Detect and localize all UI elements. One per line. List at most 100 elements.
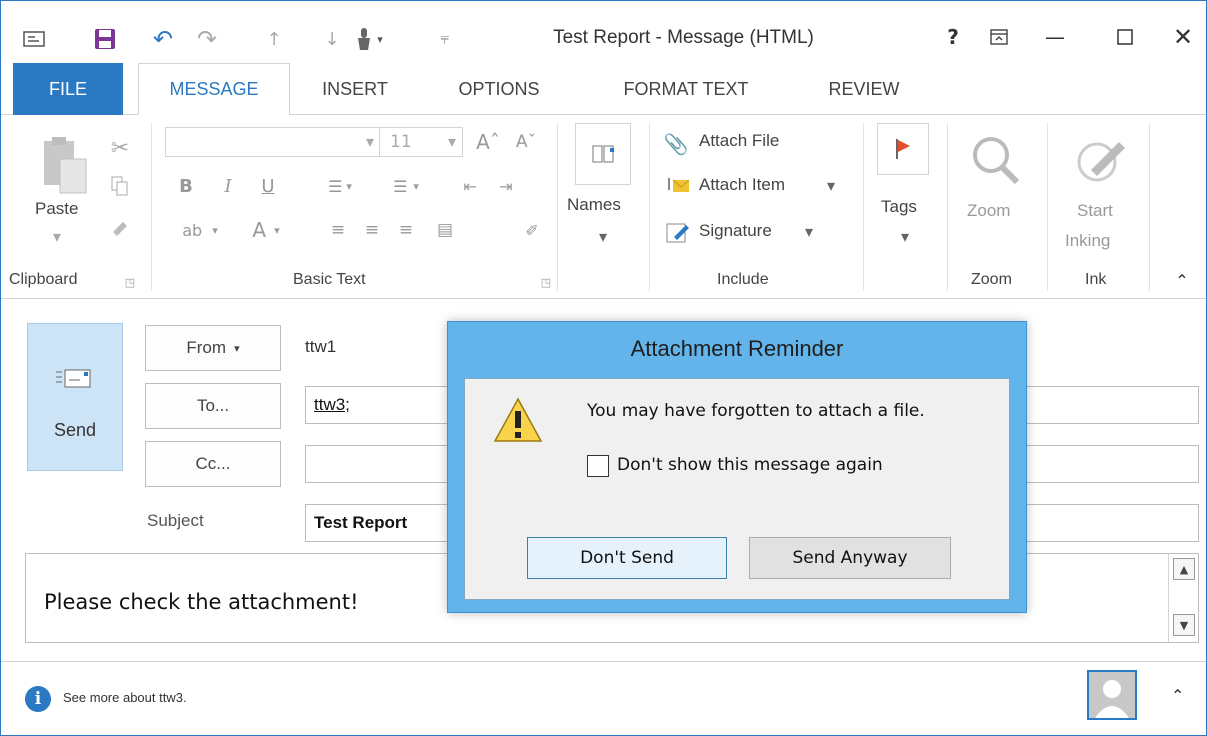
scroll-down-icon[interactable]: ▼ (1173, 614, 1195, 636)
font-color-icon[interactable]: A ▾ (241, 215, 291, 245)
include-group-label: Include (717, 271, 769, 288)
align-center-icon[interactable]: ≡ (357, 215, 387, 245)
expand-people-pane-icon[interactable]: ⌃ (1171, 686, 1184, 705)
signature-dropdown-icon[interactable]: ▾ (801, 219, 817, 243)
dialog-message: You may have forgotten to attach a file. (587, 401, 925, 421)
separator (947, 123, 948, 291)
paste-label[interactable]: Paste (35, 199, 78, 219)
send-anyway-button[interactable]: Send Anyway (749, 537, 951, 579)
magnifier-icon[interactable] (963, 129, 1027, 189)
justify-icon[interactable]: ▤ (425, 215, 465, 245)
vertical-scrollbar[interactable]: ▲ ▼ (1168, 554, 1198, 642)
avatar[interactable] (1087, 670, 1137, 720)
dont-show-checkbox[interactable] (587, 455, 609, 477)
paperclip-icon[interactable]: 📎 (663, 129, 689, 159)
start-inking-label-2[interactable]: Inking (1065, 231, 1110, 251)
tags-dropdown-icon[interactable]: ▾ (895, 227, 915, 246)
from-button-label: From (186, 338, 227, 357)
ribbon-display-options-icon[interactable] (979, 21, 1019, 53)
attach-file-label[interactable]: Attach File (699, 131, 779, 151)
outlook-message-window: ↶ ↷ ↑ ↓ ▾ ⫧ Test Report - Message (HTML)… (0, 0, 1207, 736)
chevron-down-icon: ▾ (234, 342, 240, 355)
ribbon-tabs: FILE MESSAGE INSERT OPTIONS FORMAT TEXT … (1, 63, 1206, 116)
highlight-icon[interactable]: ab ▾ (167, 215, 233, 245)
cut-icon[interactable]: ✂ (105, 133, 135, 163)
grow-font-icon[interactable]: Aˆ (473, 127, 503, 157)
people-pane: i See more about ttw3. ⌃ (1, 661, 1206, 735)
paste-icon[interactable] (37, 133, 93, 199)
maximize-icon[interactable] (1105, 21, 1145, 53)
separator (1149, 123, 1150, 291)
align-left-icon[interactable]: ≡ (323, 215, 353, 245)
flag-icon[interactable] (877, 123, 929, 175)
ink-group-label: Ink (1085, 271, 1107, 288)
paste-dropdown-icon[interactable]: ▾ (47, 227, 67, 246)
tab-file[interactable]: FILE (13, 63, 123, 115)
cc-button[interactable]: Cc... (145, 441, 281, 487)
address-book-icon[interactable] (575, 123, 631, 185)
dont-send-button[interactable]: Don't Send (527, 537, 727, 579)
warning-icon (493, 397, 543, 447)
clear-formatting-icon[interactable]: ✐ (517, 215, 547, 245)
basic-text-group-label: Basic Text (293, 271, 366, 288)
copy-icon[interactable] (105, 171, 135, 201)
dialog-title: Attachment Reminder (630, 336, 844, 361)
signature-icon[interactable] (663, 217, 693, 247)
font-size-combo[interactable]: 11 ▾ (379, 127, 463, 157)
send-button[interactable]: Send (27, 323, 123, 471)
separator (151, 123, 152, 291)
bullets-icon[interactable]: ☰ ▾ (315, 171, 365, 201)
chevron-down-icon: ▾ (447, 132, 456, 151)
align-right-icon[interactable]: ≡ (391, 215, 421, 245)
chevron-down-icon: ▾ (365, 132, 374, 151)
tab-options[interactable]: OPTIONS (439, 63, 559, 115)
title-bar: ↶ ↷ ↑ ↓ ▾ ⫧ Test Report - Message (HTML)… (1, 1, 1206, 63)
names-label[interactable]: Names (567, 195, 621, 215)
increase-indent-icon[interactable]: ⇥ (491, 171, 521, 201)
close-icon[interactable]: ✕ (1163, 21, 1203, 53)
attachment-reminder-dialog: Attachment Reminder You may have forgott… (447, 321, 1027, 613)
see-more-link[interactable]: See more about ttw3. (63, 690, 187, 705)
info-icon: i (25, 686, 51, 712)
format-painter-icon[interactable] (105, 211, 135, 241)
tab-format-text[interactable]: FORMAT TEXT (601, 63, 771, 115)
clipboard-launcher-icon[interactable]: ◳ (123, 275, 137, 289)
scroll-up-icon[interactable]: ▲ (1173, 558, 1195, 580)
help-button[interactable]: ? (933, 21, 973, 53)
names-dropdown-icon[interactable]: ▾ (593, 227, 613, 246)
to-button[interactable]: To... (145, 383, 281, 429)
pen-icon[interactable] (1067, 127, 1135, 189)
clipboard-group-label: Clipboard (9, 271, 78, 288)
tab-insert[interactable]: INSERT (305, 63, 405, 115)
start-inking-label-1[interactable]: Start (1077, 201, 1113, 221)
shrink-font-icon[interactable]: Aˇ (511, 127, 541, 157)
zoom-label[interactable]: Zoom (967, 201, 1010, 221)
collapse-ribbon-icon[interactable]: ⌃ (1171, 269, 1193, 291)
font-name-combo[interactable]: ▾ (165, 127, 381, 157)
decrease-indent-icon[interactable]: ⇤ (455, 171, 485, 201)
dont-show-label[interactable]: Don't show this message again (617, 455, 883, 475)
from-button[interactable]: From ▾ (145, 325, 281, 371)
tab-message[interactable]: MESSAGE (138, 63, 290, 116)
tab-review[interactable]: REVIEW (809, 63, 919, 115)
underline-icon[interactable]: U (255, 171, 281, 201)
envelope-icon (56, 368, 92, 394)
attach-item-dropdown-icon[interactable]: ▾ (823, 173, 839, 197)
minimize-icon[interactable]: — (1035, 21, 1075, 53)
separator (557, 123, 558, 291)
numbering-icon[interactable]: ☰ ▾ (371, 171, 441, 201)
separator (649, 123, 650, 291)
italic-icon[interactable]: I (215, 171, 241, 201)
attach-item-icon[interactable] (663, 171, 693, 201)
bold-icon[interactable]: B (173, 171, 199, 201)
to-recipient[interactable]: ttw3; (314, 395, 350, 415)
signature-label[interactable]: Signature (699, 221, 772, 241)
from-value: ttw1 (305, 337, 337, 356)
separator (863, 123, 864, 291)
zoom-group-label: Zoom (971, 271, 1012, 288)
window-title: Test Report - Message (HTML) (553, 27, 814, 48)
tags-label[interactable]: Tags (881, 197, 917, 217)
send-label: Send (53, 420, 97, 440)
basic-text-launcher-icon[interactable]: ◳ (539, 275, 553, 289)
attach-item-label[interactable]: Attach Item (699, 175, 785, 195)
